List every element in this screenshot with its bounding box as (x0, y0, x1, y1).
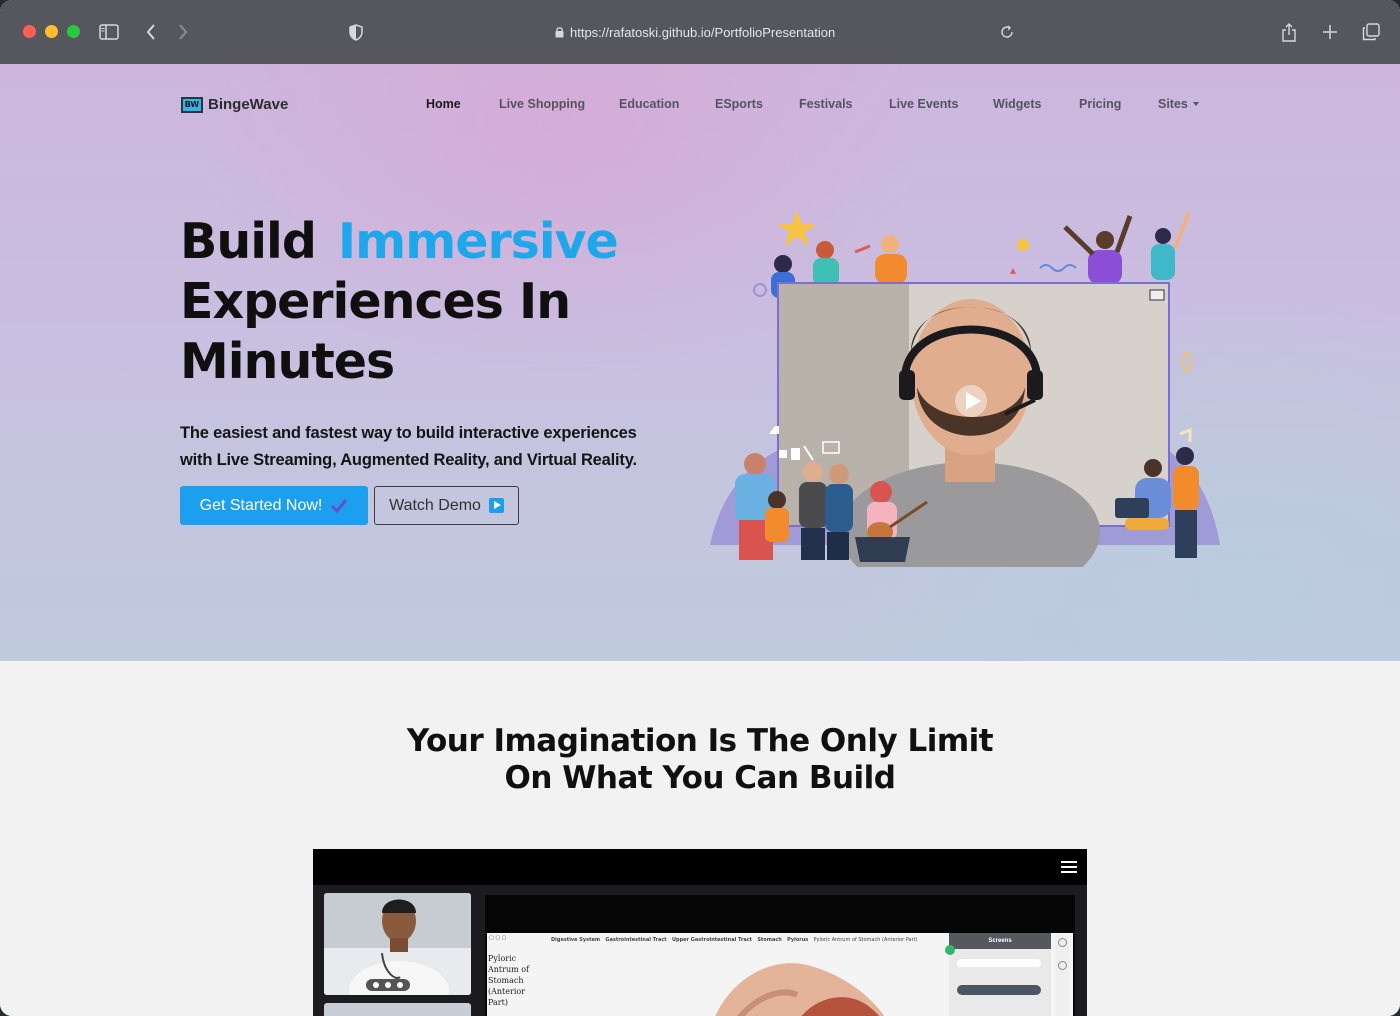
screen-select-active[interactable] (957, 985, 1041, 995)
checkmark-icon (331, 498, 348, 513)
lead-line-2: with Live Streaming, Augmented Reality, … (180, 451, 637, 469)
app-preview-header (313, 849, 1087, 885)
viewer-side-toolbar (1055, 935, 1069, 1016)
main-nav: Home Live Shopping Education ESports Fes… (426, 96, 1208, 112)
search-icon[interactable] (1057, 938, 1067, 947)
stomach-3d-model[interactable] (687, 945, 907, 1016)
browser-toolbar: https://rafatoski.github.io/PortfolioPre… (0, 0, 1400, 64)
hamburger-menu-icon[interactable] (1061, 861, 1077, 873)
headline-word: Build (180, 213, 317, 270)
tabs-overview-icon[interactable] (1361, 20, 1381, 44)
get-started-button[interactable]: Get Started Now! (180, 486, 368, 525)
breadcrumb-item[interactable]: Stomach (757, 937, 782, 943)
nav-home[interactable]: Home (426, 96, 499, 112)
forward-icon[interactable] (174, 20, 192, 44)
breadcrumb: Digestive System Gastrointestinal Tract … (551, 937, 918, 943)
share-icon[interactable] (1279, 20, 1299, 44)
nav-esports[interactable]: ESports (715, 96, 799, 112)
breadcrumb-item[interactable]: Pyloric Antrum of Stomach (Anterior Part… (814, 937, 918, 943)
address-bar[interactable]: https://rafatoski.github.io/PortfolioPre… (555, 22, 835, 42)
screens-panel: Screens (945, 933, 1051, 1016)
nav-sites-dropdown[interactable]: Sites (1158, 96, 1208, 112)
section-title-line-1: Your Imagination Is The Only Limit (406, 723, 994, 759)
imagination-section: Your Imagination Is The Only Limit On Wh… (0, 661, 1400, 1016)
organ-label-line: Pyloric (488, 954, 517, 963)
url-text: https://rafatoski.github.io/PortfolioPre… (570, 24, 836, 40)
breadcrumb-item[interactable]: Gastrointestinal Tract (605, 937, 666, 943)
caret-down-icon (1192, 102, 1199, 106)
nav-live-shopping[interactable]: Live Shopping (499, 96, 619, 112)
lock-icon (555, 27, 564, 38)
breadcrumb-item[interactable]: Upper Gastrointestinal Tract (672, 937, 752, 943)
nav-live-events[interactable]: Live Events (889, 96, 993, 112)
headline-line-3: Minutes (180, 333, 395, 390)
nav-festivals[interactable]: Festivals (799, 96, 889, 112)
nav-education[interactable]: Education (619, 96, 715, 112)
lead-line-1: The easiest and fastest way to build int… (180, 424, 637, 442)
organ-label-line: Antrum of (488, 965, 530, 974)
headline-accent-word: Immersive (337, 213, 619, 270)
watch-demo-button[interactable]: Watch Demo (374, 486, 519, 525)
anatomy-viewer-content: ▢ ▢ ▢ Digestive System Gastrointestinal … (487, 933, 1073, 1016)
browser-window: https://rafatoski.github.io/PortfolioPre… (0, 0, 1400, 1016)
participant-video-thumbnail-2[interactable] (324, 1003, 471, 1016)
hero-illustration (705, 202, 1225, 602)
close-window-button[interactable] (23, 25, 36, 38)
viewer-toolbar-icons[interactable]: ▢ ▢ ▢ (489, 935, 506, 941)
shield-icon[interactable] (346, 20, 366, 44)
hero-headline: Build Immersive Experiences In Minutes (180, 212, 619, 392)
settings-icon[interactable] (1057, 961, 1067, 970)
logo-text: BingeWave (208, 96, 289, 113)
screen-select[interactable] (957, 959, 1041, 967)
nav-sites-label: Sites (1158, 97, 1188, 111)
hero-lead-text: The easiest and fastest way to build int… (180, 420, 680, 474)
watch-demo-label: Watch Demo (389, 496, 481, 514)
nav-widgets[interactable]: Widgets (993, 96, 1079, 112)
headline-line-2: Experiences In (180, 273, 571, 330)
anatomy-viewer: ▢ ▢ ▢ Digestive System Gastrointestinal … (485, 895, 1075, 1016)
minimize-window-button[interactable] (45, 25, 58, 38)
participant-video-thumbnail[interactable] (324, 893, 471, 995)
play-icon (488, 498, 504, 513)
sidebar-icon[interactable] (97, 20, 121, 44)
get-started-label: Get Started Now! (199, 496, 323, 514)
organ-label: Pyloric Antrum of Stomach (Anterior Part… (488, 953, 529, 1008)
new-tab-icon[interactable] (1320, 20, 1340, 44)
add-screen-button[interactable] (945, 945, 955, 955)
back-icon[interactable] (142, 20, 160, 44)
logo-mark: BW (181, 96, 203, 113)
section-title-line-2: On What You Can Build (504, 760, 896, 796)
screens-panel-title: Screens (949, 933, 1051, 949)
app-preview: ▢ ▢ ▢ Digestive System Gastrointestinal … (313, 849, 1087, 1016)
nav-pricing[interactable]: Pricing (1079, 96, 1158, 112)
reload-icon[interactable] (997, 20, 1017, 44)
zoom-window-button[interactable] (67, 25, 80, 38)
organ-label-line: (Anterior (488, 987, 526, 996)
organ-label-line: Stomach (488, 976, 524, 985)
organ-label-line: Part) (488, 998, 508, 1007)
hero-section: BW BingeWave Home Live Shopping Educatio… (0, 64, 1400, 661)
section-title: Your Imagination Is The Only Limit On Wh… (0, 723, 1400, 797)
breadcrumb-item[interactable]: Pylorus (787, 937, 808, 943)
breadcrumb-item[interactable]: Digestive System (551, 937, 600, 943)
site-logo[interactable]: BW BingeWave (181, 96, 288, 113)
